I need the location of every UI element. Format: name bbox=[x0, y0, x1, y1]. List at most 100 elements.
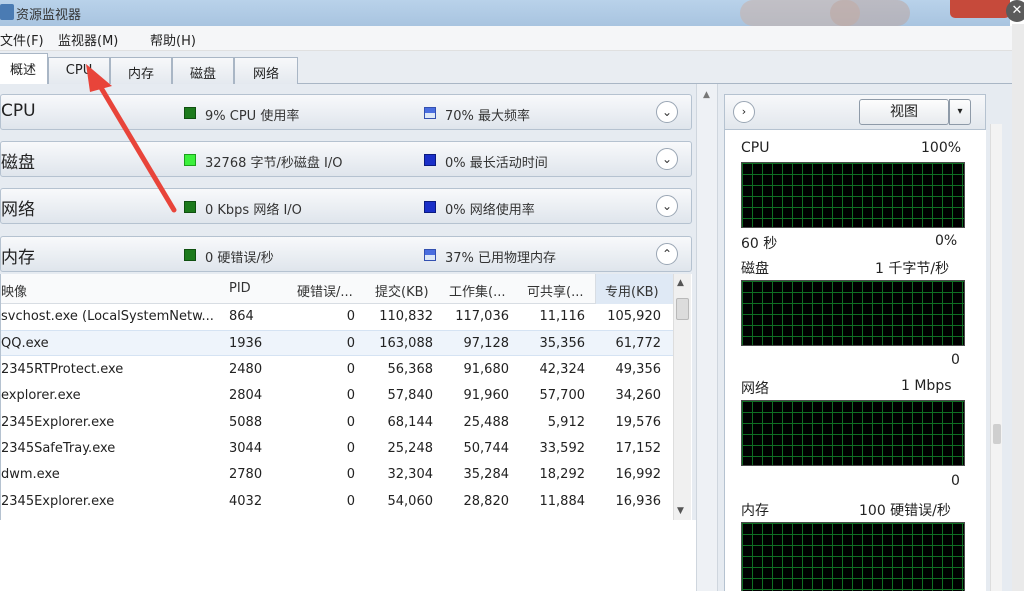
column-private[interactable]: 专用(KB) bbox=[605, 281, 659, 300]
cell-shareable: 18,292 bbox=[539, 467, 586, 483]
memory-graph bbox=[741, 522, 965, 591]
cell-commit: 25,248 bbox=[387, 441, 434, 456]
cell-commit: 54,060 bbox=[387, 493, 434, 509]
scroll-down-icon[interactable]: ▼ bbox=[677, 506, 684, 516]
graph-panel-scrollbar[interactable] bbox=[990, 124, 1002, 591]
network-section-header[interactable]: 网络 0 Kbps 网络 I/O 0% 网络使用率 ⌄ bbox=[0, 188, 692, 224]
chevron-down-icon[interactable]: ⌄ bbox=[656, 195, 678, 217]
graph-label-network: 网络 bbox=[741, 381, 769, 397]
section-title: 内存 bbox=[1, 248, 35, 268]
cell-image: QQ.exe bbox=[1, 336, 49, 352]
hard-faults-legend bbox=[184, 249, 196, 261]
cell-hard-faults: 0 bbox=[346, 336, 355, 352]
graph-panel-toolbar: › 视图 ▾ bbox=[724, 94, 986, 130]
graph-list: CPU 100% 60 秒 0% 磁盘 1 千字节/秒 0 网络 1 Mbps … bbox=[724, 130, 986, 591]
column-shareable[interactable]: 可共享(... bbox=[527, 281, 583, 300]
physical-memory-legend bbox=[424, 249, 436, 261]
tab-overview[interactable]: 概述 bbox=[0, 53, 48, 85]
chevron-down-icon[interactable]: ⌄ bbox=[656, 101, 678, 123]
disk-io-stat: 32768 字节/秒磁盘 I/O bbox=[205, 156, 343, 171]
table-row[interactable]: 2345RTProtect.exe 2480 0 56,368 91,680 42,324… bbox=[1, 357, 673, 383]
disk-section-header[interactable]: 磁盘 32768 字节/秒磁盘 I/O 0% 最长活动时间 ⌄ bbox=[0, 141, 692, 177]
table-row[interactable]: 2345Explorer.exe 5088 0 68,144 25,488 5,912 19… bbox=[1, 410, 673, 436]
tab-bar: 概述 CPU 内存 磁盘 网络 bbox=[0, 51, 1012, 85]
cell-pid: 2480 bbox=[229, 361, 263, 377]
lower-pane bbox=[0, 520, 696, 591]
graph-label-memory: 内存 bbox=[741, 503, 769, 519]
app-icon bbox=[0, 4, 14, 20]
tab-disk[interactable]: 磁盘 bbox=[172, 57, 234, 84]
cell-hard-faults: 0 bbox=[346, 441, 355, 456]
close-icon[interactable]: ✕ bbox=[1006, 0, 1024, 22]
network-io-legend bbox=[184, 201, 196, 213]
scrollbar-thumb[interactable] bbox=[676, 298, 689, 320]
section-title: CPU bbox=[1, 101, 36, 121]
scrollbar-thumb[interactable] bbox=[993, 424, 1001, 444]
menu-monitor[interactable]: 监视器(M) bbox=[58, 30, 118, 49]
cpu-usage-stat: 9% CPU 使用率 bbox=[205, 109, 300, 124]
chevron-up-icon[interactable]: ⌃ bbox=[656, 243, 678, 265]
cell-image: svchost.exe (LocalSystemNetw... bbox=[1, 309, 214, 324]
scroll-up-icon[interactable]: ▲ bbox=[677, 278, 684, 288]
cell-working-set: 35,284 bbox=[463, 467, 510, 483]
tab-network[interactable]: 网络 bbox=[234, 57, 298, 84]
column-commit[interactable]: 提交(KB) bbox=[375, 281, 429, 300]
overview-content: CPU 9% CPU 使用率 70% 最大频率 ⌄ 磁盘 32768 字节/秒磁… bbox=[0, 84, 1012, 591]
graph-time-cpu: 60 秒 bbox=[741, 236, 778, 252]
table-row[interactable]: dwm.exe 2780 0 32,304 35,284 18,292 16,992 bbox=[1, 462, 673, 488]
memory-section-header[interactable]: 内存 0 硬错误/秒 37% 已用物理内存 ⌃ bbox=[0, 236, 692, 272]
max-frequency-legend bbox=[424, 107, 436, 119]
left-pane-scrollbar[interactable]: ▲ bbox=[696, 84, 718, 591]
table-row[interactable]: svchost.exe (LocalSystemNetw... 864 0 110,8… bbox=[1, 304, 673, 330]
column-image[interactable]: 映像 bbox=[1, 281, 27, 300]
cell-image: 2345SafeTray.exe bbox=[1, 441, 116, 456]
network-usage-stat: 0% 网络使用率 bbox=[445, 203, 535, 218]
max-frequency-stat: 70% 最大频率 bbox=[445, 109, 531, 124]
cell-working-set: 117,036 bbox=[455, 309, 509, 324]
section-title: 网络 bbox=[1, 200, 35, 220]
cell-image: explorer.exe bbox=[1, 388, 81, 404]
cell-pid: 2780 bbox=[229, 467, 263, 483]
cpu-graph bbox=[741, 162, 965, 228]
view-button[interactable]: 视图 bbox=[859, 99, 949, 125]
cell-private: 16,936 bbox=[615, 493, 662, 509]
cell-image: 2345Explorer.exe bbox=[1, 414, 115, 430]
cell-hard-faults: 0 bbox=[346, 493, 355, 509]
cell-image: 2345Explorer.exe bbox=[1, 493, 115, 509]
cell-private: 17,152 bbox=[615, 441, 662, 456]
column-hard-faults[interactable]: 硬错误/... bbox=[297, 281, 353, 300]
section-title: 磁盘 bbox=[1, 153, 35, 173]
cell-hard-faults: 0 bbox=[346, 388, 355, 404]
cell-shareable: 11,884 bbox=[539, 493, 586, 509]
hard-faults-stat: 0 硬错误/秒 bbox=[205, 251, 274, 266]
cell-pid: 1936 bbox=[229, 336, 263, 352]
dropdown-icon[interactable]: ▾ bbox=[949, 99, 971, 125]
collapse-panel-icon[interactable]: › bbox=[733, 101, 755, 123]
title-bar: 资源监视器 bbox=[0, 0, 1010, 26]
menu-file[interactable]: 文件(F) bbox=[0, 30, 44, 49]
window-edge bbox=[1012, 24, 1024, 591]
table-row[interactable]: explorer.exe 2804 0 57,840 91,960 57,700 34,26… bbox=[1, 383, 673, 409]
background-blur bbox=[830, 0, 910, 26]
cpu-section-header[interactable]: CPU 9% CPU 使用率 70% 最大频率 ⌄ bbox=[0, 94, 692, 130]
cell-private: 16,992 bbox=[615, 467, 662, 483]
tab-memory[interactable]: 内存 bbox=[110, 57, 172, 84]
scroll-up-icon[interactable]: ▲ bbox=[703, 90, 710, 100]
column-pid[interactable]: PID bbox=[229, 281, 251, 296]
tab-cpu[interactable]: CPU bbox=[48, 57, 110, 84]
cell-commit: 57,840 bbox=[387, 388, 434, 404]
menu-help[interactable]: 帮助(H) bbox=[150, 30, 196, 49]
table-row[interactable]: QQ.exe 1936 0 163,088 97,128 35,356 61,772 bbox=[1, 330, 673, 357]
network-io-stat: 0 Kbps 网络 I/O bbox=[205, 203, 302, 218]
cell-shareable: 42,324 bbox=[539, 361, 586, 377]
disk-io-legend bbox=[184, 154, 196, 166]
graph-min-disk: 0 bbox=[951, 352, 960, 368]
table-scrollbar[interactable]: ▲ ▼ bbox=[673, 274, 691, 520]
table-row[interactable]: 2345Explorer.exe 4032 0 54,060 28,820 11,884 1… bbox=[1, 489, 673, 515]
table-row[interactable]: 2345SafeTray.exe 3044 0 25,248 50,744 33,592 1… bbox=[1, 436, 673, 462]
chevron-down-icon[interactable]: ⌄ bbox=[656, 148, 678, 170]
column-working-set[interactable]: 工作集(... bbox=[449, 281, 505, 300]
cell-shareable: 11,116 bbox=[539, 309, 586, 324]
cell-image: 2345RTProtect.exe bbox=[1, 361, 124, 377]
window-close-button[interactable] bbox=[950, 0, 1010, 18]
